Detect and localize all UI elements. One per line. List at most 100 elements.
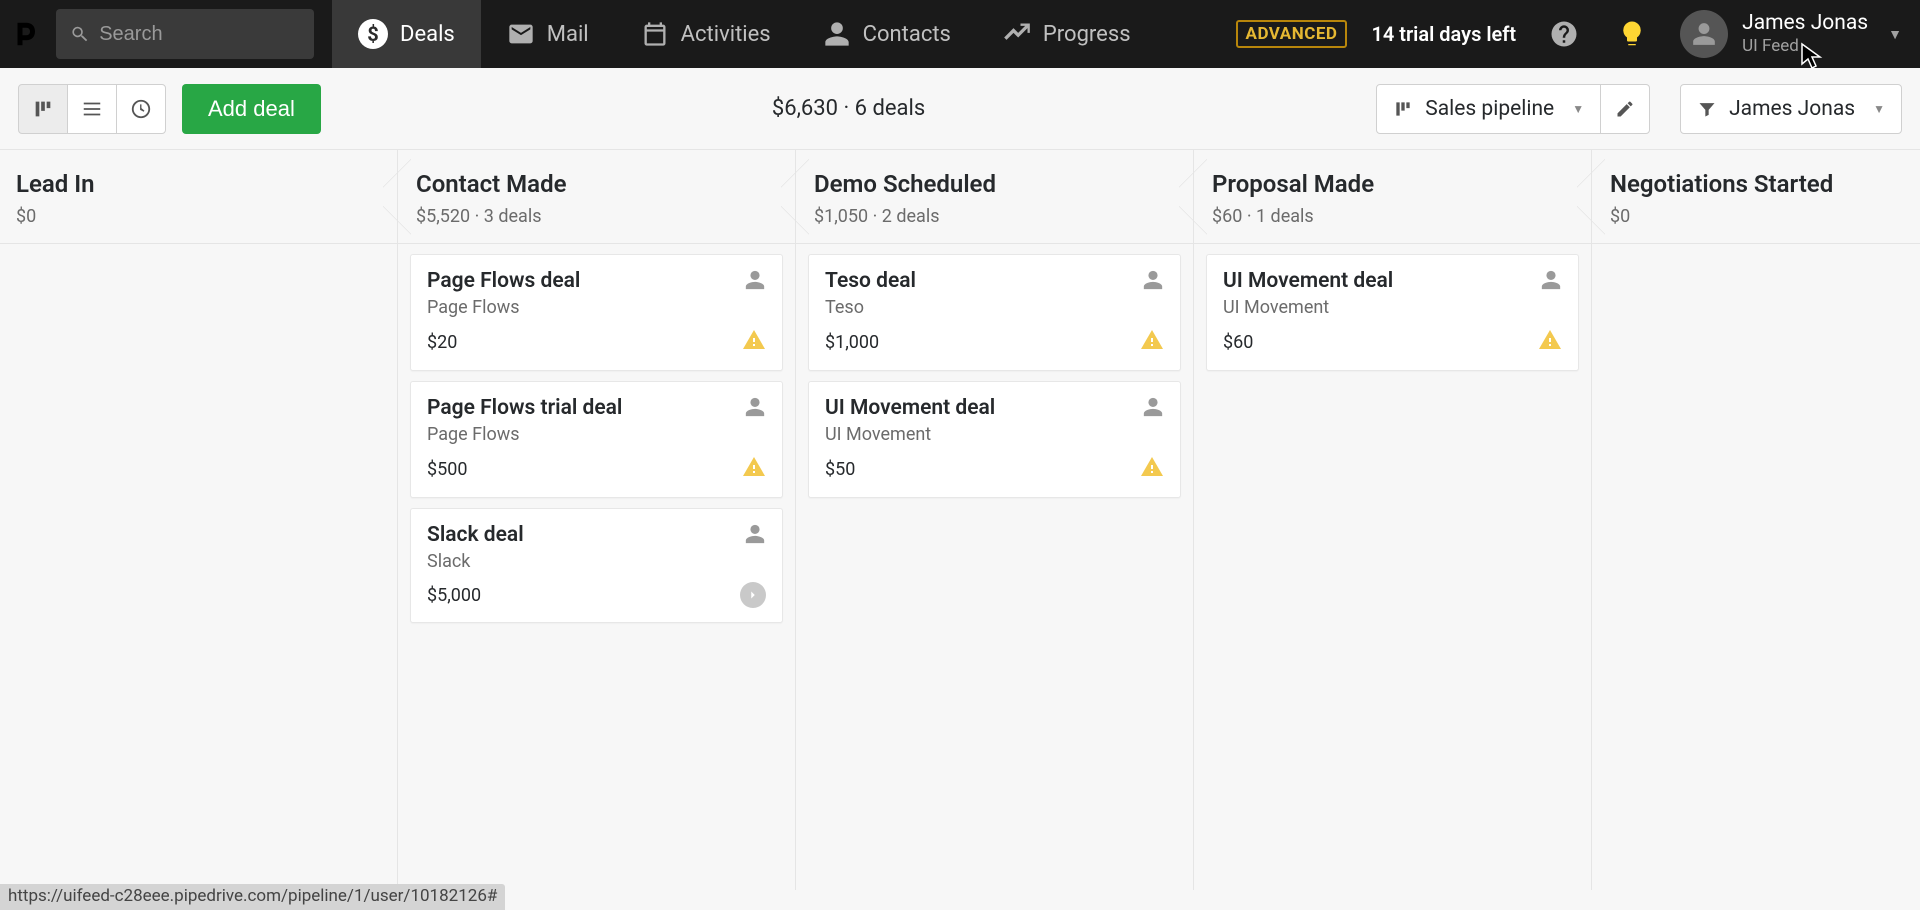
person-icon[interactable] — [744, 523, 766, 549]
column-summary: $1,050 · 2 deals — [814, 206, 1175, 227]
pipeline-icon — [1393, 99, 1413, 119]
search-icon — [70, 23, 89, 45]
deal-card[interactable]: Slack dealSlack$5,000 — [410, 508, 783, 623]
warning-icon — [742, 455, 766, 483]
top-nav: $ Deals Mail Activities Contacts Progres… — [0, 0, 1920, 68]
column-body[interactable]: Page Flows deal Page Flows $20 Page Flows t… — [398, 244, 795, 633]
pipeline-label: Sales pipeline — [1425, 97, 1554, 121]
column-summary: $60 · 1 deals — [1212, 206, 1573, 227]
filter-icon — [1697, 99, 1717, 119]
deal-title: Slack deal — [427, 523, 524, 547]
nav-activities[interactable]: Activities — [615, 0, 797, 68]
deal-org: Page Flows — [427, 424, 622, 445]
column-body[interactable]: UI Movement dealUI Movement$60 — [1194, 244, 1591, 381]
pipeline-summary: $6,630 · 6 deals — [337, 96, 1360, 121]
view-forecast-button[interactable] — [116, 84, 166, 134]
deal-card[interactable]: UI Movement dealUI Movement$50 — [808, 381, 1181, 498]
chevron-down-icon: ▼ — [1873, 102, 1885, 116]
column-body[interactable]: Teso dealTeso$1,000 UI Movement deal UI Mo… — [796, 244, 1193, 508]
person-icon[interactable] — [1540, 269, 1562, 295]
column-header[interactable]: Contact Made$5,520 · 3 deals — [398, 150, 795, 244]
pipeline-column: Contact Made$5,520 · 3 dealsPage Flows d… — [398, 150, 796, 890]
help-icon — [1549, 19, 1579, 49]
pipeline-column: Negotiations Started $0 — [1592, 150, 1920, 890]
warning-icon — [1538, 328, 1562, 356]
person-icon[interactable] — [744, 269, 766, 295]
status-bar: https://uifeed-c28eee.pipedrive.com/pipe… — [0, 884, 505, 910]
owner-label: James Jonas — [1729, 97, 1855, 121]
view-pipeline-button[interactable] — [18, 84, 68, 134]
column-header[interactable]: Negotiations Started $0 — [1592, 150, 1920, 244]
pipeline-column: Proposal Made $60 · 1 deals UI Movement de… — [1194, 150, 1592, 890]
deal-value: $20 — [427, 332, 457, 353]
toolbar: Add deal $6,630 · 6 deals Sales pipeline… — [0, 68, 1920, 150]
search-input[interactable] — [99, 23, 300, 46]
nav-label: Mail — [547, 22, 589, 47]
help-button[interactable] — [1544, 14, 1584, 54]
person-icon[interactable] — [1142, 269, 1164, 295]
column-header[interactable]: Lead In$0 — [0, 150, 397, 244]
person-icon[interactable] — [744, 396, 766, 422]
deal-org: UI Movement — [825, 424, 995, 445]
column-header[interactable]: Proposal Made $60 · 1 deals — [1194, 150, 1591, 244]
bulb-icon — [1617, 19, 1647, 49]
tips-button[interactable] — [1612, 14, 1652, 54]
column-header[interactable]: Demo Scheduled $1,050 · 2 deals — [796, 150, 1193, 244]
user-feed: UI Feed — [1742, 36, 1868, 56]
add-deal-button[interactable]: Add deal — [182, 84, 321, 134]
pipeline-selector[interactable]: Sales pipeline ▼ — [1376, 84, 1601, 134]
trial-text[interactable]: 14 trial days left — [1371, 22, 1516, 46]
column-title: Demo Scheduled — [814, 170, 1175, 198]
nav-progress[interactable]: Progress — [977, 0, 1157, 68]
user-text: James Jonas UI Feed — [1742, 11, 1868, 57]
warning-icon — [1140, 455, 1164, 483]
deal-org: Slack — [427, 551, 524, 572]
nav-mail[interactable]: Mail — [481, 0, 615, 68]
deal-org: UI Movement — [1223, 297, 1393, 318]
column-body[interactable] — [1592, 244, 1920, 264]
deal-value: $1,000 — [825, 332, 879, 353]
column-summary: $0 — [1610, 206, 1920, 227]
search-box[interactable] — [56, 9, 314, 59]
nav-label: Deals — [400, 22, 455, 47]
person-icon[interactable] — [1142, 396, 1164, 422]
nav-label: Activities — [681, 22, 771, 47]
edit-pipeline-button[interactable] — [1600, 84, 1650, 134]
next-activity-icon[interactable] — [740, 582, 766, 608]
warning-icon — [742, 328, 766, 356]
pipeline-icon — [32, 98, 54, 120]
calendar-icon — [641, 20, 669, 48]
deal-title: Page Flows deal — [427, 269, 580, 293]
plan-badge: ADVANCED — [1236, 20, 1348, 48]
deal-card[interactable]: UI Movement dealUI Movement$60 — [1206, 254, 1579, 371]
avatar-icon — [1680, 10, 1728, 58]
deal-card[interactable]: Page Flows trial dealPage Flows$500 — [410, 381, 783, 498]
contacts-icon — [823, 20, 851, 48]
nav-deals[interactable]: $ Deals — [332, 0, 481, 68]
nav-contacts[interactable]: Contacts — [797, 0, 977, 68]
pipeline-column: Lead In$0 — [0, 150, 398, 890]
column-body[interactable] — [0, 244, 397, 264]
chevron-down-icon: ▼ — [1888, 26, 1902, 43]
main-nav: $ Deals Mail Activities Contacts Progres… — [332, 0, 1157, 68]
deal-card[interactable]: Teso dealTeso$1,000 — [808, 254, 1181, 371]
deal-card[interactable]: Page Flows deal Page Flows $20 — [410, 254, 783, 371]
column-title: Negotiations Started — [1610, 170, 1920, 198]
deal-org: Page Flows — [427, 297, 580, 318]
logo-icon[interactable] — [10, 15, 40, 53]
deals-icon: $ — [358, 19, 388, 49]
deal-title: Page Flows trial deal — [427, 396, 622, 420]
column-title: Lead In — [16, 170, 379, 198]
view-list-button[interactable] — [67, 84, 117, 134]
user-menu[interactable]: James Jonas UI Feed ▼ — [1680, 10, 1902, 58]
warning-icon — [1140, 328, 1164, 356]
owner-filter[interactable]: James Jonas ▼ — [1680, 84, 1902, 134]
pipeline-board: Lead In$0Contact Made$5,520 · 3 dealsPag… — [0, 150, 1920, 890]
chevron-down-icon: ▼ — [1572, 102, 1584, 116]
deal-title: UI Movement deal — [825, 396, 995, 420]
deal-title: UI Movement deal — [1223, 269, 1393, 293]
column-title: Proposal Made — [1212, 170, 1573, 198]
pencil-icon — [1615, 99, 1635, 119]
progress-icon — [1003, 20, 1031, 48]
deal-title: Teso deal — [825, 269, 916, 293]
